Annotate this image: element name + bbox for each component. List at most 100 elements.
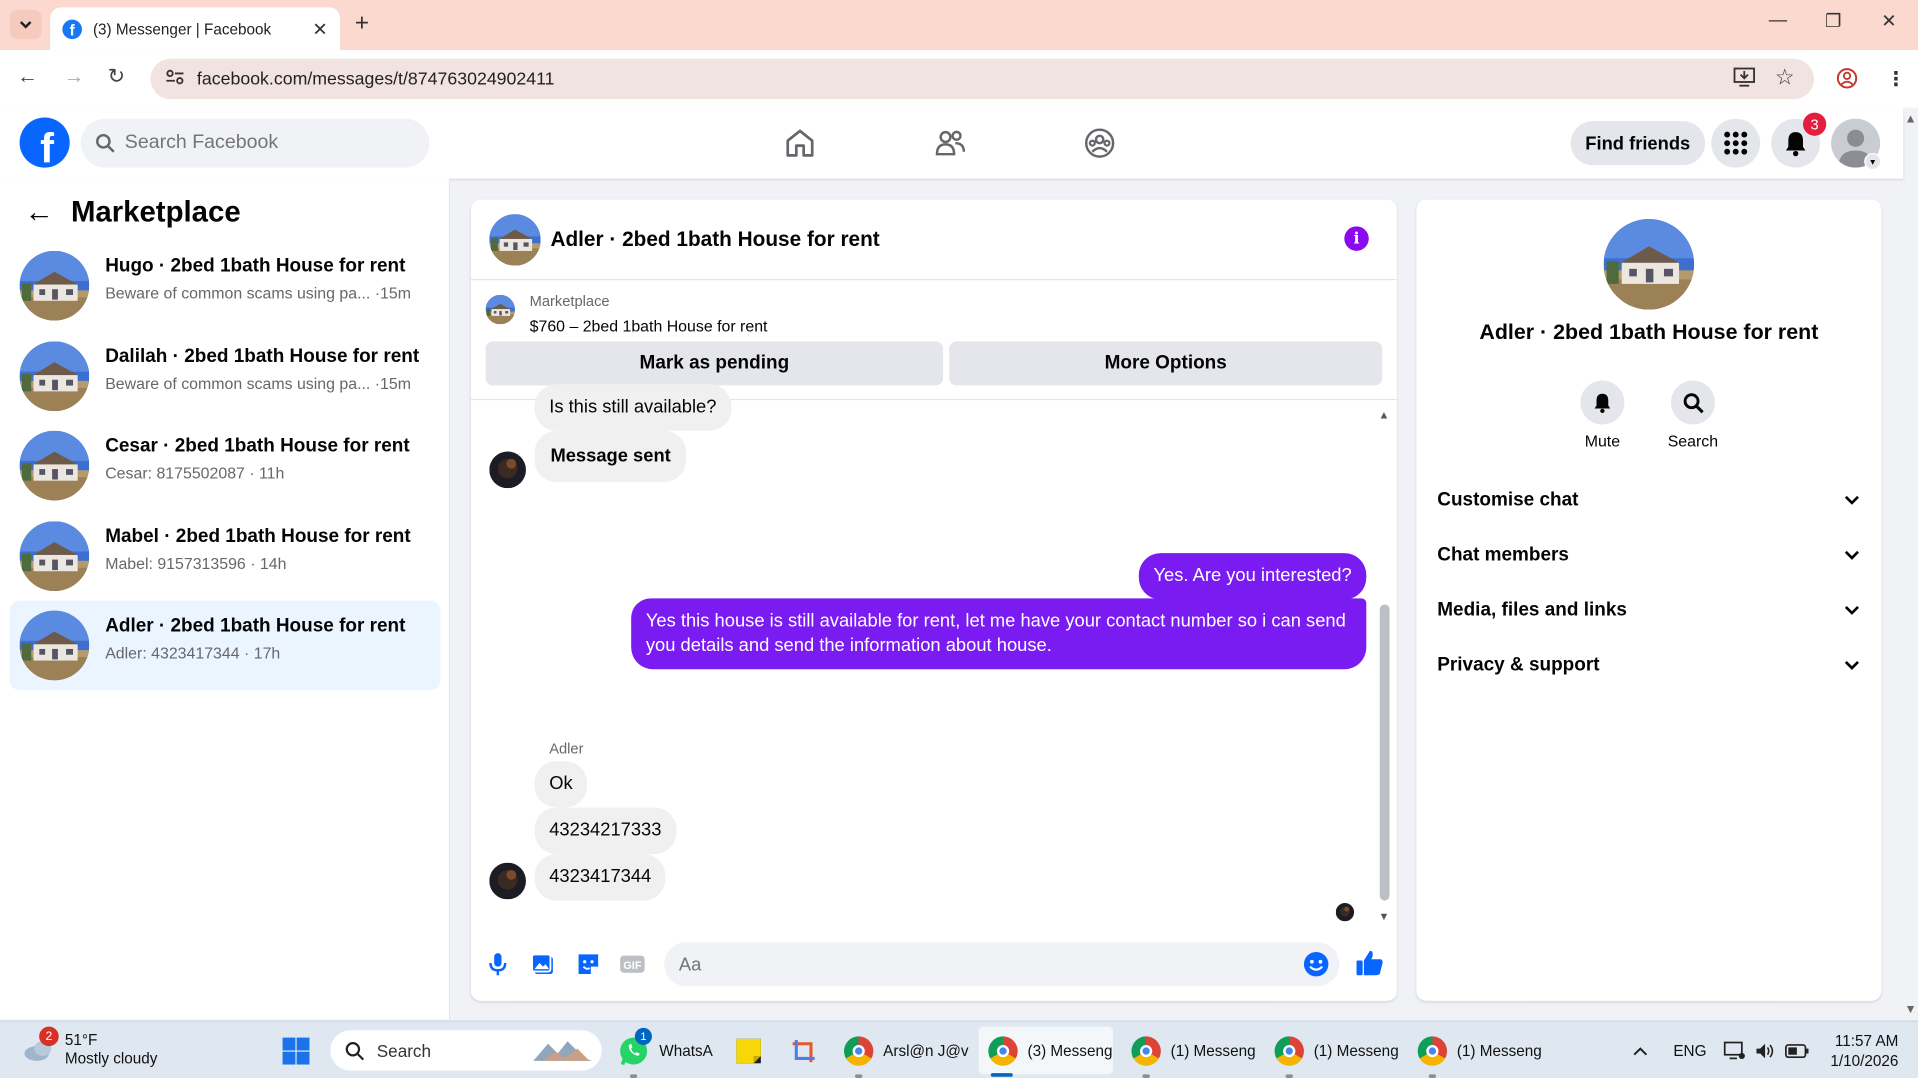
browser-tab-messenger[interactable]: f (3) Messenger | Facebook ✕ [50, 7, 341, 51]
privacy-support-section[interactable]: Privacy & support [1437, 639, 1860, 693]
conversation-avatar [19, 521, 90, 591]
address-bar[interactable]: facebook.com/messages/t/874763024902411 [150, 58, 1815, 100]
taskbar-chrome-window[interactable]: (1) Messeng [1131, 1031, 1256, 1070]
conversation-name: Cesar · 2bed 1bath House for rent [105, 435, 410, 457]
taskbar-snipping-tool[interactable] [789, 1031, 818, 1070]
conversation-item[interactable]: Hugo · 2bed 1bath House for rent Beware o… [10, 241, 441, 330]
site-info-icon[interactable] [165, 69, 189, 90]
taskbar-sticky-notes[interactable] [734, 1031, 763, 1070]
clock-time: 11:57 AM [1834, 1032, 1899, 1050]
back-arrow-icon[interactable]: ← [17, 65, 38, 89]
listing-price-title[interactable]: $760 – 2bed 1bath House for rent [530, 317, 768, 335]
chrome-icon [1417, 1036, 1448, 1066]
facebook-favicon-icon: f [62, 18, 82, 39]
chrome-icon [988, 1036, 1018, 1066]
thumbs-up-icon[interactable] [1355, 948, 1384, 977]
whatsapp-badge: 1 [634, 1027, 652, 1045]
chat-title[interactable]: Adler · 2bed 1bath House for rent [550, 228, 879, 252]
forward-arrow-icon[interactable]: → [64, 65, 85, 89]
windows-start-button[interactable] [281, 1031, 310, 1070]
conversation-item[interactable]: Mabel · 2bed 1bath House for rent Mabel: … [10, 511, 441, 600]
taskbar-chrome-window[interactable]: (1) Messeng [1274, 1031, 1399, 1070]
message-scrollbar[interactable]: ▲ ▼ [1379, 409, 1391, 923]
restore-window-button[interactable]: ❐ [1825, 10, 1841, 32]
facebook-search-input[interactable] [124, 132, 394, 155]
sticker-icon[interactable] [575, 951, 602, 978]
message-bubble-incoming: Is this still available? [534, 384, 732, 431]
chat-avatar[interactable] [489, 214, 541, 266]
contact-large-avatar[interactable] [1603, 219, 1695, 310]
mute-button[interactable]: Mute [1566, 380, 1639, 450]
message-input[interactable] [678, 953, 1267, 975]
scroll-down-arrow-icon[interactable]: ▼ [1379, 910, 1390, 922]
message-composer: GIF [471, 934, 1397, 1001]
weather-widget[interactable]: 2 51°F Mostly cloudy [22, 1026, 157, 1068]
new-tab-button[interactable]: + [355, 10, 369, 38]
conversation-name: Hugo · 2bed 1bath House for rent [105, 255, 406, 277]
conversation-item[interactable]: Adler · 2bed 1bath House for rent Adler: … [9, 600, 441, 691]
info-icon[interactable]: i [1344, 226, 1369, 251]
groups-icon[interactable] [1084, 127, 1116, 159]
back-arrow-icon[interactable]: ← [24, 196, 53, 230]
mark-as-pending-button[interactable]: Mark as pending [485, 341, 944, 386]
install-app-icon[interactable] [1733, 67, 1755, 93]
search-in-conversation-button[interactable]: Search [1656, 380, 1729, 450]
customise-chat-section[interactable]: Customise chat [1437, 474, 1860, 528]
chevron-up-icon [1633, 1047, 1648, 1056]
taskbar-chrome-window[interactable]: (3) Messeng [988, 1031, 1112, 1070]
home-icon[interactable] [784, 127, 816, 159]
minimize-window-button[interactable]: — [1769, 10, 1787, 31]
close-tab-icon[interactable]: ✕ [312, 18, 327, 40]
listing-thumbnail[interactable] [485, 294, 515, 325]
find-friends-button[interactable]: Find friends [1570, 121, 1705, 166]
grid-menu-icon [1724, 131, 1748, 155]
sender-avatar[interactable] [489, 451, 526, 489]
friends-icon[interactable] [935, 127, 967, 159]
show-hidden-icons-button[interactable] [1633, 1031, 1648, 1070]
taskbar-chrome-window[interactable]: (1) Messeng [1417, 1031, 1542, 1070]
account-caret-icon[interactable]: ▾ [1864, 152, 1882, 171]
marketplace-label: Marketplace [529, 292, 610, 310]
clock-date: 1/10/2026 [1830, 1052, 1899, 1070]
sender-avatar[interactable] [489, 862, 526, 900]
emoji-icon[interactable] [1303, 951, 1330, 978]
taskbar-chrome-window[interactable]: Arsl@n J@v [844, 1031, 969, 1070]
battery-icon[interactable] [1785, 1031, 1809, 1070]
microphone-icon[interactable] [484, 951, 511, 978]
page-scroll-down-icon[interactable]: ▼ [1905, 1003, 1917, 1016]
gif-icon[interactable]: GIF [619, 951, 646, 978]
facebook-search-bar[interactable] [80, 118, 430, 168]
conversation-avatar [19, 341, 90, 412]
volume-icon[interactable] [1754, 1031, 1776, 1070]
network-icon[interactable] [1723, 1031, 1745, 1070]
bookmark-star-icon[interactable]: ☆ [1775, 65, 1795, 91]
menu-grid-button[interactable] [1711, 118, 1761, 168]
scrollbar-thumb[interactable] [1379, 604, 1390, 901]
page-scroll-up-icon[interactable]: ▲ [1905, 113, 1917, 126]
reload-icon[interactable]: ↻ [108, 65, 125, 89]
conversation-item[interactable]: Dalilah · 2bed 1bath House for rent Bewar… [10, 332, 441, 421]
more-options-button[interactable]: More Options [949, 341, 1383, 386]
taskbar-search-box[interactable]: Search [330, 1030, 602, 1071]
message-input-box[interactable] [664, 942, 1340, 987]
profile-icon[interactable] [1836, 67, 1858, 95]
chat-members-section[interactable]: Chat members [1437, 529, 1860, 583]
tab-search-button[interactable] [9, 9, 42, 40]
scroll-up-arrow-icon[interactable]: ▲ [1379, 409, 1390, 421]
snipping-tool-icon [792, 1040, 815, 1063]
conversation-item[interactable]: Cesar · 2bed 1bath House for rent Cesar: … [10, 421, 441, 510]
seen-indicator-avatar [1335, 903, 1355, 922]
conversation-name: Adler · 2bed 1bath House for rent [105, 615, 406, 637]
taskbar-whatsapp[interactable]: 1 WhatsA [618, 1027, 713, 1070]
conversation-avatar [19, 250, 90, 321]
photo-gallery-icon[interactable] [530, 951, 557, 978]
browser-menu-icon[interactable]: ⋮ [1886, 67, 1906, 91]
language-indicator[interactable]: ENG [1673, 1031, 1706, 1070]
facebook-logo-icon[interactable]: f [19, 117, 70, 168]
close-window-button[interactable]: ✕ [1881, 10, 1896, 32]
running-app-indicator [855, 1074, 863, 1078]
message-bubble-incoming: Ok [534, 761, 588, 808]
marketplace-listing-banner: Marketplace $760 – 2bed 1bath House for … [470, 280, 1397, 401]
media-files-links-section[interactable]: Media, files and links [1437, 584, 1860, 638]
system-clock[interactable]: 11:57 AM 1/10/2026 [1823, 1031, 1899, 1070]
